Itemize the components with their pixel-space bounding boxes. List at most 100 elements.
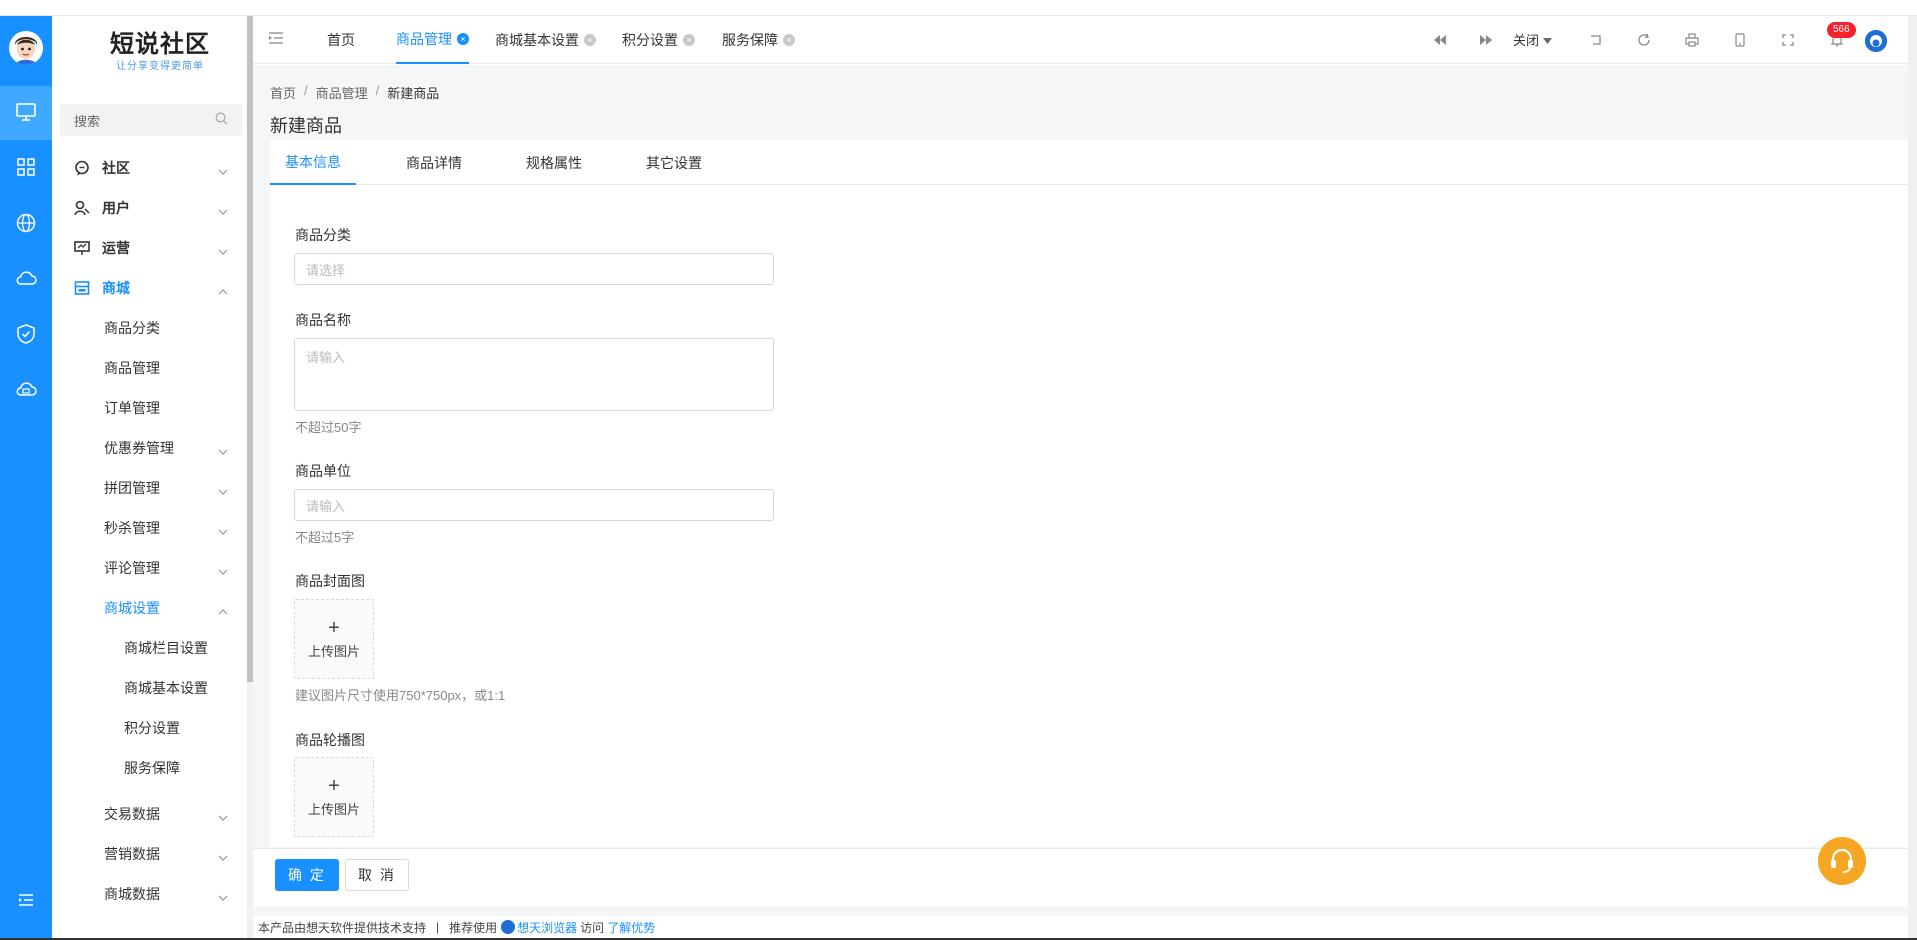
refresh-icon[interactable] xyxy=(1634,30,1654,50)
tab-other-settings[interactable]: 其它设置 xyxy=(646,140,702,185)
close-icon[interactable]: × xyxy=(584,34,596,46)
menu-item-label: 交易数据 xyxy=(104,806,160,822)
menu-group-users[interactable]: 用户 xyxy=(52,188,250,228)
customer-support-button[interactable] xyxy=(1818,837,1866,885)
scroll-tabs-left-icon[interactable] xyxy=(1430,30,1450,50)
unit-hint: 不超过5字 xyxy=(295,530,355,545)
rail-site[interactable] xyxy=(0,197,52,251)
brand-logo: 短说社区 让分享变得更简单 xyxy=(100,28,220,84)
tab-points-settings[interactable]: 积分设置 × xyxy=(622,16,695,64)
close-icon[interactable]: × xyxy=(783,34,795,46)
rail-dashboard[interactable] xyxy=(0,86,52,140)
presentation-icon xyxy=(74,240,90,256)
mobile-icon[interactable] xyxy=(1730,30,1750,50)
chat-icon xyxy=(74,160,90,176)
tab-home[interactable]: 首页 xyxy=(327,16,355,64)
name-textarea[interactable]: 请输入 xyxy=(294,338,774,411)
rail-cloud-server[interactable] xyxy=(0,363,52,417)
menu-item-service-guarantee[interactable]: 服务保障 xyxy=(52,748,250,788)
plus-icon: + xyxy=(328,616,340,639)
name-placeholder: 请输入 xyxy=(306,350,346,365)
chevron-up-icon xyxy=(218,602,228,618)
menu-item-column-settings[interactable]: 商城栏目设置 xyxy=(52,628,250,668)
menu-item-basic-settings[interactable]: 商城基本设置 xyxy=(52,668,250,708)
back-icon[interactable] xyxy=(1586,30,1606,50)
menu-group-label: 用户 xyxy=(102,200,130,216)
menu-group-operations[interactable]: 运营 xyxy=(52,228,250,268)
form-tab-label: 其它设置 xyxy=(646,154,702,171)
learn-more-link[interactable]: 了解优势 xyxy=(607,919,655,936)
rail-apps[interactable] xyxy=(0,141,52,195)
recommend-text: 推荐使用 xyxy=(449,920,498,935)
menu-item-reviews[interactable]: 评论管理 xyxy=(52,548,250,588)
menu-item-mall-data[interactable]: 商城数据 xyxy=(52,874,250,914)
form-tab-label: 规格属性 xyxy=(526,154,582,171)
rail-collapse-toggle[interactable] xyxy=(0,887,52,915)
top-tab-bar: 首页 商品管理 × 商城基本设置 × 积分设置 × 服务保障 × 关闭 566 xyxy=(253,16,1908,64)
cover-upload-button[interactable]: + 上传图片 xyxy=(294,599,374,679)
scroll-tabs-right-icon[interactable] xyxy=(1476,30,1496,50)
plus-icon: + xyxy=(328,774,340,797)
browser-bookmark-bar xyxy=(0,0,1917,16)
tab-service-guarantee[interactable]: 服务保障 × xyxy=(722,16,795,64)
fullscreen-icon[interactable] xyxy=(1778,30,1798,50)
carousel-label: 商品轮播图 xyxy=(295,732,365,748)
menu-item-transaction-data[interactable]: 交易数据 xyxy=(52,794,250,834)
user-avatar[interactable] xyxy=(1865,30,1887,52)
tab-product-details[interactable]: 商品详情 xyxy=(406,140,462,185)
menu-item-label: 积分设置 xyxy=(124,720,180,736)
tab-product-management[interactable]: 商品管理 × xyxy=(396,16,469,64)
chevron-down-icon xyxy=(218,562,228,578)
chevron-up-icon xyxy=(218,282,228,298)
chevron-down-icon xyxy=(218,162,228,178)
breadcrumb-parent[interactable]: 商品管理 xyxy=(316,83,368,102)
category-select[interactable]: 请选择 xyxy=(294,253,774,285)
close-icon[interactable]: × xyxy=(457,33,469,45)
menu-item-label: 商城基本设置 xyxy=(124,680,208,696)
menu-item-mall-settings[interactable]: 商城设置 xyxy=(52,588,250,628)
menu-group-community[interactable]: 社区 xyxy=(52,148,250,188)
confirm-button[interactable]: 确 定 xyxy=(275,859,339,891)
menu-item-coupons[interactable]: 优惠券管理 xyxy=(52,428,250,468)
tab-mall-basic-settings[interactable]: 商城基本设置 × xyxy=(495,16,596,64)
menu-item-orders[interactable]: 订单管理 xyxy=(52,388,250,428)
rail-cloud[interactable] xyxy=(0,252,52,306)
menu-item-category[interactable]: 商品分类 xyxy=(52,308,250,348)
menu-search-input[interactable]: 搜索 xyxy=(60,104,242,136)
rail-security[interactable] xyxy=(0,308,52,362)
unit-label: 商品单位 xyxy=(295,463,351,479)
menu-item-marketing-data[interactable]: 营销数据 xyxy=(52,834,250,874)
search-icon xyxy=(215,112,228,128)
visit-text: 访问 xyxy=(580,920,605,935)
browser-link[interactable]: 想天浏览器 xyxy=(517,919,577,936)
admin-avatar[interactable] xyxy=(9,31,43,65)
form-tab-label: 基本信息 xyxy=(285,153,341,170)
menu-item-label: 秒杀管理 xyxy=(104,520,160,536)
form-tab-label: 商品详情 xyxy=(406,154,462,171)
globe-icon xyxy=(16,213,36,236)
content-area: 首页 / 商品管理 / 新建商品 新建商品 基本信息 商品详情 规格属性 其它设… xyxy=(253,65,1908,922)
cancel-button[interactable]: 取 消 xyxy=(345,859,409,891)
sidebar-fold-icon[interactable] xyxy=(269,32,283,47)
menu-group-mall[interactable]: 商城 xyxy=(52,268,250,308)
menu-item-flash-sale[interactable]: 秒杀管理 xyxy=(52,508,250,548)
menu-item-group-buy[interactable]: 拼团管理 xyxy=(52,468,250,508)
chevron-down-icon xyxy=(218,202,228,218)
close-tabs-dropdown[interactable]: 关闭 xyxy=(1513,30,1553,49)
carousel-upload-button[interactable]: + 上传图片 xyxy=(294,757,374,837)
tab-spec-attributes[interactable]: 规格属性 xyxy=(526,140,582,185)
icon-rail xyxy=(0,16,52,940)
menu-item-points-settings[interactable]: 积分设置 xyxy=(52,708,250,748)
support-text: 本产品由想天软件提供技术支持 xyxy=(258,920,427,935)
breadcrumb-separator: / xyxy=(304,83,308,98)
menu-fold-icon xyxy=(18,893,34,910)
unit-input[interactable]: 请输入 xyxy=(294,489,774,521)
tab-basic-info[interactable]: 基本信息 xyxy=(270,140,356,185)
menu-item-product-management[interactable]: 商品管理 xyxy=(52,348,250,388)
caret-down-icon xyxy=(1543,32,1553,47)
menu-item-label: 商城栏目设置 xyxy=(124,640,208,656)
menu-item-label: 商城数据 xyxy=(104,886,160,902)
printer-icon[interactable] xyxy=(1682,30,1702,50)
close-icon[interactable]: × xyxy=(683,34,695,46)
breadcrumb-home[interactable]: 首页 xyxy=(270,83,296,102)
